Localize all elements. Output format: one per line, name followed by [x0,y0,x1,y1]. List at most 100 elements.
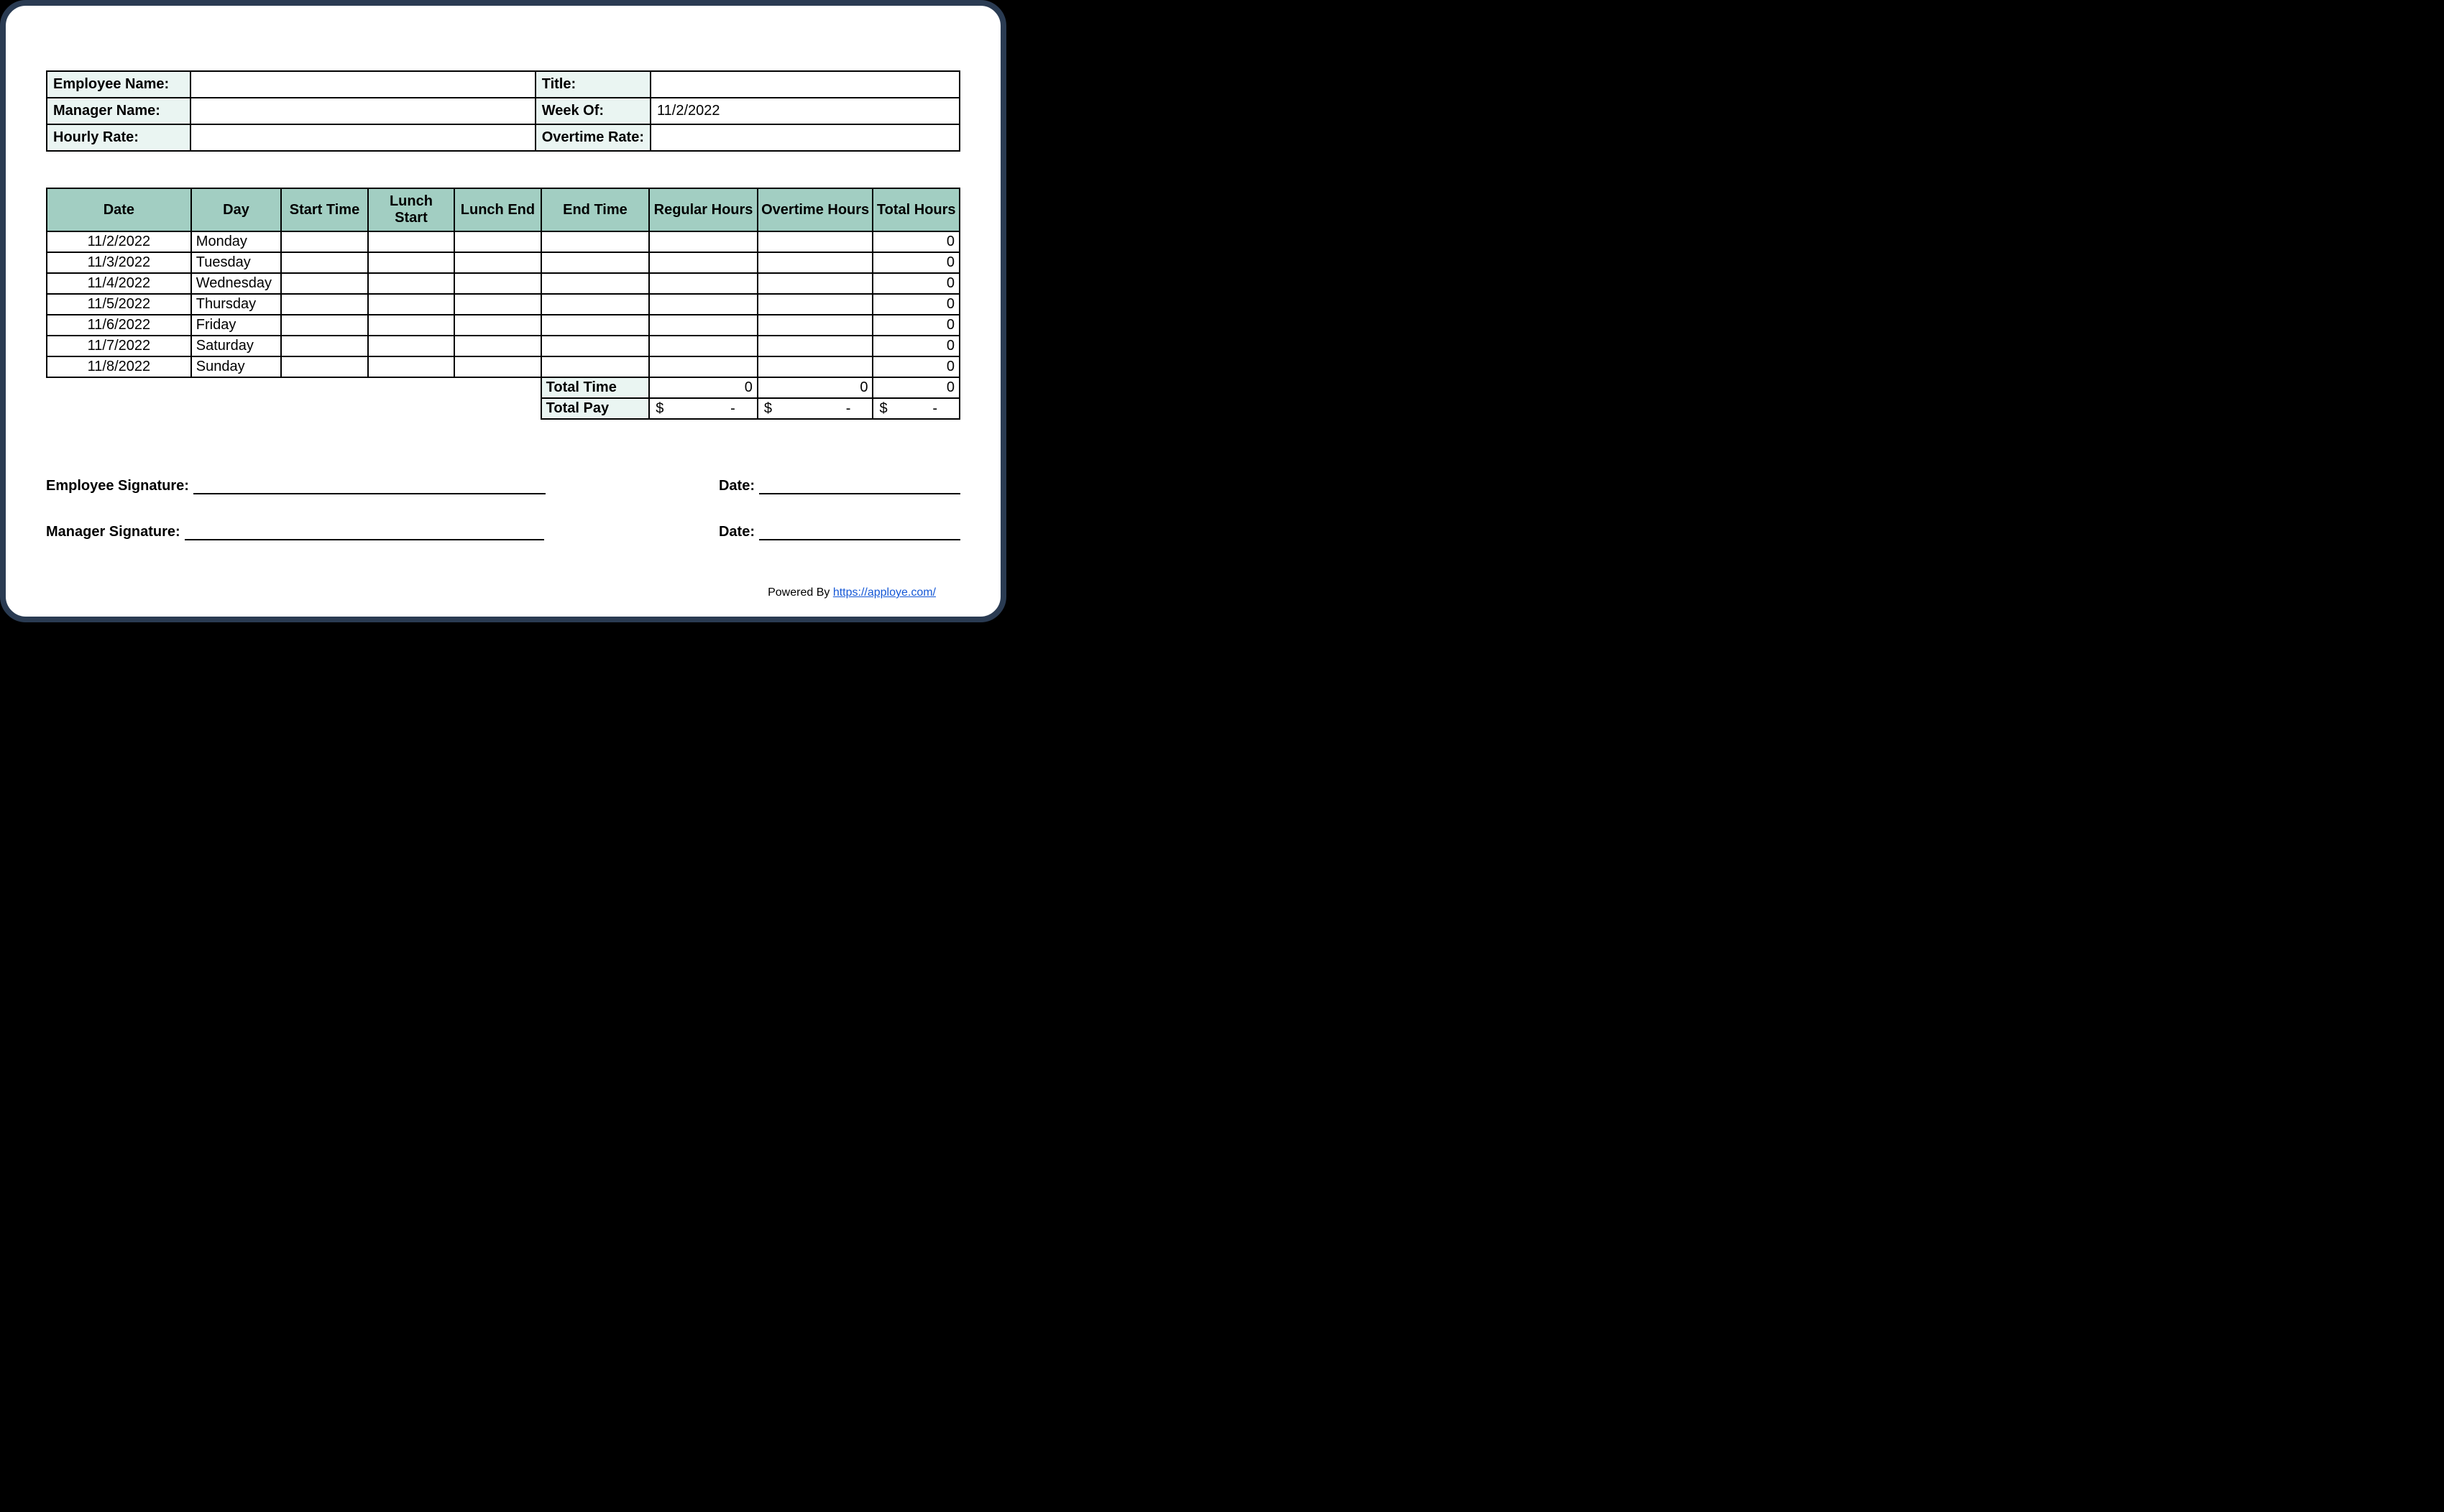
total-reg-time: 0 [649,377,758,398]
cell-end[interactable] [541,356,650,377]
powered-by-text: Powered By [768,586,833,599]
cell-ot[interactable] [758,231,873,252]
table-row: 11/4/2022Wednesday 0 [47,273,960,294]
cell-start[interactable] [281,356,367,377]
info-row-1: Employee Name: Title: [47,71,960,98]
timesheet-document: Employee Name: Title: Manager Name: Week… [0,0,1006,622]
col-end-time: End Time [541,188,650,231]
cell-start[interactable] [281,231,367,252]
cell-date: 11/6/2022 [47,315,191,336]
hourly-rate-label: Hourly Rate: [47,124,190,151]
employee-name-value[interactable] [190,71,536,98]
cell-lend[interactable] [454,336,541,356]
cell-ot[interactable] [758,252,873,273]
table-row: 11/8/2022Sunday0 [47,356,960,377]
cell-total: 0 [873,273,960,294]
table-row: 11/2/2022Monday0 [47,231,960,252]
overtime-rate-value[interactable] [651,124,960,151]
cell-ot[interactable] [758,294,873,315]
cell-reg[interactable] [649,294,758,315]
manager-date-label: Date: [719,524,759,540]
cell-day: Thursday [191,294,281,315]
cell-reg[interactable] [649,356,758,377]
total-pay-ot: $ - [758,398,873,419]
cell-ot[interactable] [758,315,873,336]
cell-end[interactable] [541,252,650,273]
table-row: 11/6/2022Friday0 [47,315,960,336]
cell-total: 0 [873,252,960,273]
employee-signature-line[interactable] [193,477,546,494]
cell-lend[interactable] [454,273,541,294]
col-date: Date [47,188,191,231]
cell-date: 11/8/2022 [47,356,191,377]
signatures-block: Employee Signature: Date: Manager Signat… [46,477,960,540]
cell-ot[interactable] [758,336,873,356]
col-regular-hours: Regular Hours [649,188,758,231]
table-row: 11/5/2022Thursday0 [47,294,960,315]
cell-reg[interactable] [649,336,758,356]
cell-lstart[interactable] [368,315,454,336]
currency-symbol: $ [764,400,772,417]
cell-end[interactable] [541,315,650,336]
cell-date: 11/7/2022 [47,336,191,356]
cell-lstart[interactable] [368,294,454,315]
cell-end[interactable] [541,294,650,315]
cell-start[interactable] [281,252,367,273]
pay-dash: - [730,400,735,417]
cell-day: Saturday [191,336,281,356]
time-table: Date Day Start Time Lunch Start Lunch En… [46,188,960,420]
cell-day: Tuesday [191,252,281,273]
cell-date: 11/4/2022 [47,273,191,294]
cell-reg[interactable] [649,231,758,252]
footer: Powered By https://apploye.com/ [768,586,936,599]
cell-lend[interactable] [454,356,541,377]
cell-start[interactable] [281,336,367,356]
col-overtime-hours: Overtime Hours [758,188,873,231]
col-lunch-start: Lunch Start [368,188,454,231]
cell-lend[interactable] [454,294,541,315]
cell-total: 0 [873,315,960,336]
cell-lstart[interactable] [368,252,454,273]
cell-lend[interactable] [454,252,541,273]
table-row: 11/7/2022Saturday 0 [47,336,960,356]
cell-end[interactable] [541,336,650,356]
cell-ot[interactable] [758,273,873,294]
cell-lstart[interactable] [368,231,454,252]
footer-link[interactable]: https://apploye.com/ [833,586,936,599]
cell-ot[interactable] [758,356,873,377]
cell-end[interactable] [541,231,650,252]
cell-lend[interactable] [454,315,541,336]
cell-lstart[interactable] [368,273,454,294]
cell-start[interactable] [281,294,367,315]
manager-name-label: Manager Name: [47,98,190,124]
manager-date-line[interactable] [759,523,960,540]
cell-reg[interactable] [649,315,758,336]
cell-day: Monday [191,231,281,252]
cell-end[interactable] [541,273,650,294]
cell-lstart[interactable] [368,356,454,377]
cell-day: Sunday [191,356,281,377]
employee-name-label: Employee Name: [47,71,190,98]
cell-day: Wednesday [191,273,281,294]
week-of-value[interactable]: 11/2/2022 [651,98,960,124]
info-row-2: Manager Name: Week Of: 11/2/2022 [47,98,960,124]
cell-lstart[interactable] [368,336,454,356]
hourly-rate-value[interactable] [190,124,536,151]
cell-start[interactable] [281,273,367,294]
total-pay-reg: $ - [649,398,758,419]
manager-signature-row: Manager Signature: Date: [46,523,960,540]
employee-date-line[interactable] [759,477,960,494]
cell-lend[interactable] [454,231,541,252]
week-of-label: Week Of: [536,98,651,124]
cell-total: 0 [873,294,960,315]
cell-reg[interactable] [649,273,758,294]
total-pay-total: $ - [873,398,960,419]
cell-start[interactable] [281,315,367,336]
manager-name-value[interactable] [190,98,536,124]
manager-signature-line[interactable] [185,523,544,540]
cell-reg[interactable] [649,252,758,273]
title-value[interactable] [651,71,960,98]
cell-total: 0 [873,336,960,356]
total-total-time: 0 [873,377,960,398]
info-table: Employee Name: Title: Manager Name: Week… [46,70,960,152]
